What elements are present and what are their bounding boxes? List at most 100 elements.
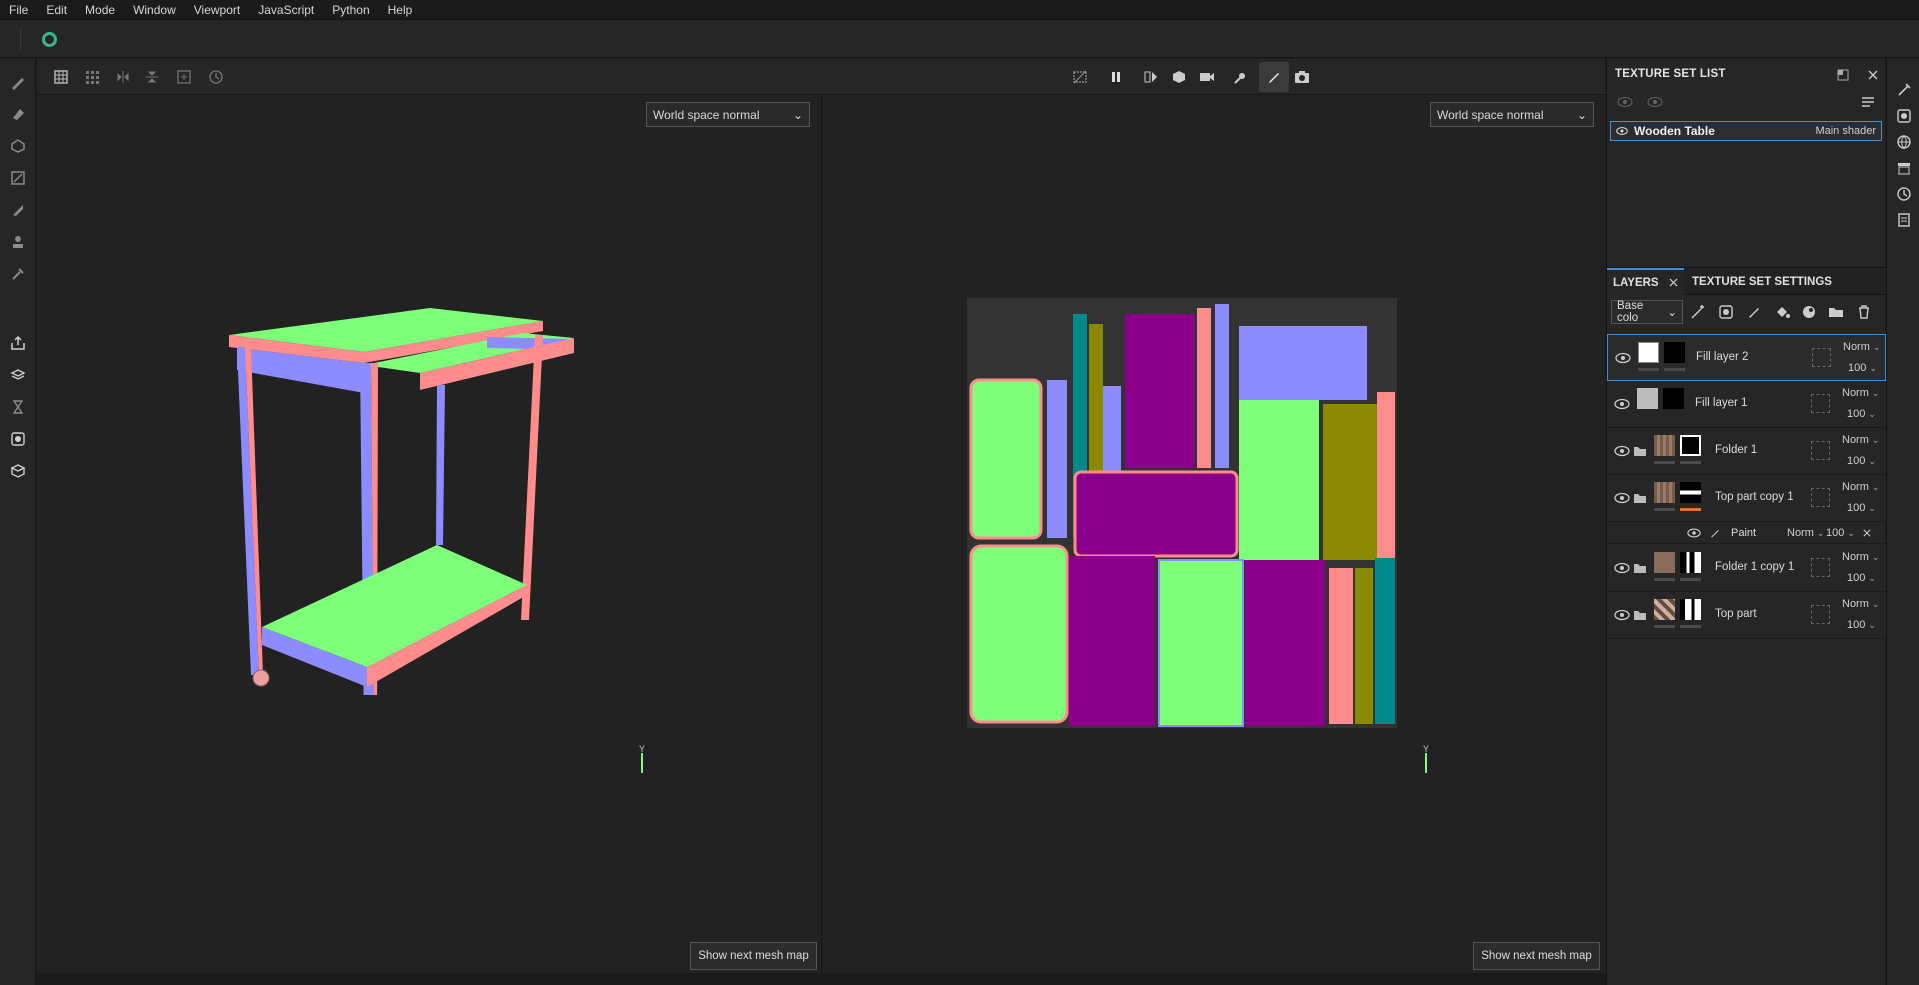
- close-icon[interactable]: [1867, 69, 1879, 81]
- add-smart-material-icon[interactable]: [1800, 303, 1818, 321]
- clone-stamp-icon[interactable]: [9, 233, 27, 251]
- opacity-field[interactable]: 100 ⌄: [1847, 572, 1876, 584]
- layer-color-thumbnail[interactable]: [1638, 342, 1659, 363]
- pause-icon[interactable]: [1106, 67, 1126, 87]
- environment-icon[interactable]: [1895, 133, 1913, 151]
- smudge-icon[interactable]: [9, 201, 27, 219]
- layer-color-thumbnail[interactable]: [1654, 552, 1675, 573]
- add-fill-layer-icon[interactable]: [1773, 303, 1791, 321]
- show-next-mesh-map-button[interactable]: Show next mesh map: [690, 942, 817, 970]
- bake-icon[interactable]: [9, 366, 27, 384]
- layer-mask-thumbnail[interactable]: [1663, 388, 1684, 409]
- blend-mode-select[interactable]: Norm ⌄: [1842, 481, 1879, 493]
- add-mask-icon[interactable]: [1717, 303, 1735, 321]
- layer-row[interactable]: Top part Norm ⌄ 100 ⌄: [1607, 592, 1886, 639]
- opacity-field[interactable]: 100 ⌄: [1847, 502, 1876, 514]
- add-paint-layer-icon[interactable]: [1745, 303, 1763, 321]
- channel-select[interactable]: Base colo ⌄: [1611, 300, 1683, 324]
- layer-mask-thumbnail[interactable]: [1680, 599, 1701, 620]
- menu-help[interactable]: Help: [379, 0, 422, 20]
- opacity-field[interactable]: 100 ⌄: [1848, 362, 1877, 374]
- layer-mask-thumbnail[interactable]: [1664, 342, 1685, 363]
- display-settings-icon[interactable]: [9, 430, 27, 448]
- blend-mode-select[interactable]: Norm ⌄: [1842, 387, 1879, 399]
- cube-icon[interactable]: [1169, 67, 1189, 87]
- paint-brush-icon[interactable]: [9, 73, 27, 91]
- shelf-icon[interactable]: [1895, 159, 1913, 177]
- hide-all-icon[interactable]: [1617, 96, 1633, 108]
- menu-python[interactable]: Python: [323, 0, 378, 20]
- menu-javascript[interactable]: JavaScript: [249, 0, 323, 20]
- folder-icon[interactable]: [1633, 492, 1647, 504]
- layer-mask-slot[interactable]: [1812, 348, 1831, 367]
- viewport-split-icon[interactable]: [1141, 67, 1161, 87]
- hourglass-icon[interactable]: [9, 398, 27, 416]
- shelf-icon[interactable]: [9, 462, 27, 480]
- camera-video-icon[interactable]: [1197, 67, 1217, 87]
- history-icon[interactable]: [206, 67, 226, 87]
- effect-opacity-field[interactable]: 100 ⌄: [1826, 527, 1855, 539]
- texture-set-shader[interactable]: Main shader: [1815, 125, 1876, 137]
- tab-layers[interactable]: LAYERS: [1607, 268, 1684, 295]
- maximize-icon[interactable]: [1837, 69, 1849, 81]
- close-tab-icon[interactable]: [1669, 278, 1678, 287]
- effect-blend-select[interactable]: Norm ⌄: [1787, 527, 1824, 539]
- menu-window[interactable]: Window: [124, 0, 185, 20]
- mask-effect-row[interactable]: Paint Norm ⌄ 100 ⌄: [1607, 522, 1886, 544]
- layer-color-thumbnail[interactable]: [1654, 482, 1675, 503]
- layer-color-thumbnail[interactable]: [1654, 599, 1675, 620]
- symmetry-y-icon[interactable]: [142, 67, 162, 87]
- log-icon[interactable]: [1895, 211, 1913, 229]
- add-effect-icon[interactable]: [1689, 303, 1707, 321]
- paint-mode-icon[interactable]: [1259, 62, 1289, 92]
- eye-icon[interactable]: [1614, 490, 1630, 506]
- layer-row[interactable]: Folder 1 copy 1 Norm ⌄ 100 ⌄: [1607, 545, 1886, 592]
- history-icon[interactable]: [1895, 185, 1913, 203]
- grid-select-icon[interactable]: [51, 67, 71, 87]
- menu-edit[interactable]: Edit: [37, 0, 76, 20]
- eye-icon[interactable]: [1687, 527, 1701, 539]
- folder-icon[interactable]: [1633, 445, 1647, 457]
- delete-layer-icon[interactable]: [1855, 303, 1873, 321]
- show-next-mesh-map-button[interactable]: Show next mesh map: [1473, 942, 1600, 970]
- add-frame-icon[interactable]: [174, 67, 194, 87]
- layer-row[interactable]: Folder 1 Norm ⌄ 100 ⌄: [1607, 428, 1886, 475]
- blend-mode-select[interactable]: Norm ⌄: [1843, 341, 1880, 353]
- eye-icon[interactable]: [1614, 396, 1630, 412]
- display-settings-icon[interactable]: [1895, 107, 1913, 125]
- layer-mask-slot[interactable]: [1811, 558, 1830, 577]
- layer-mask-slot[interactable]: [1811, 488, 1830, 507]
- list-menu-icon[interactable]: [1861, 96, 1875, 108]
- blend-mode-select[interactable]: Norm ⌄: [1842, 551, 1879, 563]
- layer-mask-thumbnail[interactable]: [1680, 482, 1701, 503]
- geometry-mask-icon[interactable]: [9, 169, 27, 187]
- eye-icon[interactable]: [1616, 126, 1628, 136]
- symmetry-x-icon[interactable]: [113, 67, 133, 87]
- eye-icon[interactable]: [1614, 443, 1630, 459]
- texture-set-row[interactable]: Wooden Table Main shader: [1610, 121, 1882, 141]
- menu-viewport[interactable]: Viewport: [185, 0, 249, 20]
- eye-icon[interactable]: [1614, 560, 1630, 576]
- opacity-field[interactable]: 100 ⌄: [1847, 408, 1876, 420]
- folder-icon[interactable]: [1633, 609, 1647, 621]
- layer-mask-slot[interactable]: [1811, 394, 1830, 413]
- blend-mode-select[interactable]: Norm ⌄: [1842, 598, 1879, 610]
- layer-color-thumbnail[interactable]: [1654, 435, 1675, 456]
- layer-mask-thumbnail[interactable]: [1680, 552, 1701, 573]
- show-all-icon[interactable]: [1647, 96, 1663, 108]
- opacity-field[interactable]: 100 ⌄: [1847, 455, 1876, 467]
- tile-icon[interactable]: [82, 67, 102, 87]
- viewport-2d-mode-dropdown[interactable]: World space normal ⌄: [1430, 102, 1594, 127]
- layer-row[interactable]: Fill layer 2 Norm ⌄ 100 ⌄: [1607, 334, 1886, 381]
- layer-color-thumbnail[interactable]: [1637, 388, 1658, 409]
- menu-file[interactable]: File: [0, 0, 37, 20]
- brush-settings-icon[interactable]: [1895, 81, 1913, 99]
- layer-mask-slot[interactable]: [1811, 441, 1830, 460]
- eraser-icon[interactable]: [9, 105, 27, 123]
- close-icon[interactable]: [1863, 529, 1871, 537]
- add-folder-icon[interactable]: [1827, 303, 1845, 321]
- screenshot-icon[interactable]: [1292, 67, 1312, 87]
- layer-mask-thumbnail[interactable]: [1680, 435, 1701, 456]
- viewport-2d[interactable]: World space normal ⌄ Y Show next mesh ma…: [822, 95, 1605, 973]
- layer-row[interactable]: Fill layer 1 Norm ⌄ 100 ⌄: [1607, 381, 1886, 428]
